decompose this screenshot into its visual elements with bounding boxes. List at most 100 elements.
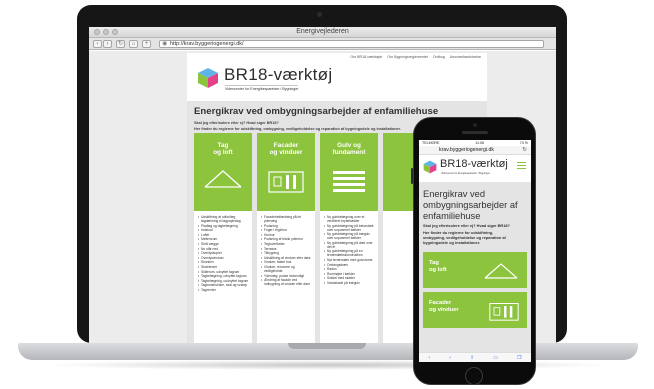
hamburger-menu-icon[interactable] [517,162,526,170]
foundation-icon [333,171,365,192]
home-button[interactable] [465,367,483,385]
list-item[interactable]: Tegloverflader [261,242,312,246]
list-item[interactable]: Ny gulvbelægning på betondæk over uopvar… [324,224,375,232]
mobile-category-facades[interactable]: Facader og vinduer [423,292,527,328]
list-item[interactable]: Facadebeklædning på let ydervæg [261,215,312,223]
list-item[interactable]: Indskud [198,228,249,232]
mobile-page-title: Energikrav ved ombygningsarbejder af enf… [423,189,529,222]
mobile-brand-tagline: Videncenter for Energibesparelser i Bygn… [441,172,490,175]
list-item[interactable]: Tagbelægning, uudnyttet tagrum [198,279,249,283]
home-button[interactable]: ⌂ [129,40,138,48]
reload-icon[interactable]: ↻ [522,147,527,153]
nav-link-about-tool[interactable]: Om BR18-værktøjet [350,55,382,59]
bookmarks-icon[interactable]: ▭ [493,354,498,362]
category-roof[interactable]: Tag og loft Udskiftning af udhuliteg tag… [194,133,252,343]
list-item[interactable]: Skrå vægge [198,242,249,246]
share-icon[interactable]: ⇪ [470,354,474,362]
list-item[interactable]: Sokkel med skader [324,276,375,280]
globe-icon: ◉ [162,41,168,47]
list-item[interactable]: Loftet [198,233,249,237]
mobile-category-title: Tag og loft [429,260,447,273]
category-title: Tag og loft [194,142,252,156]
category-header[interactable]: Facader og vinduer [257,133,315,211]
title-line: enfamiliehuse [423,211,481,221]
category-title: Gulv og fundament [320,142,378,156]
title-line: ombygningsarbejder af [423,200,518,210]
list-item[interactable]: Tilbygning [261,251,312,255]
title-line: Energikrav ved [423,189,486,199]
card-title-line: og vinduer [429,306,459,313]
list-item[interactable]: Radon [324,267,375,271]
laptop-notch [288,343,366,349]
category-title-line: Tag [217,142,229,149]
browser-titlebar: Energivejlederen [89,27,556,38]
intro-line: bygningsdele og installationer. [423,240,481,246]
browser-toolbar: ‹ › ↻ ⌂ + ◉ http://krav.byggeriogenergi.… [89,38,556,50]
list-item[interactable]: Ovenlysvinduer [198,256,249,260]
mobile-hero-question: Skal jeg efterisolere eller ej? Hvad sig… [423,223,510,228]
mobile-address-bar[interactable]: krav.byggeriogenergi.dk ↻ [419,146,531,155]
category-header[interactable]: Gulv og fundament [320,133,378,211]
list-item[interactable]: Ændring af facade ved indbygning af vind… [261,278,312,286]
list-item[interactable]: Pladtag og tagbelægning [198,224,249,228]
mobile-category-title: Facader og vinduer [429,300,459,313]
category-list: Udskiftning af udhuliteg tagdækning til … [194,211,252,292]
list-item[interactable]: Skotrender [198,265,249,269]
hero-question: Skal jeg efterisolere eller ej? Hvad sig… [194,121,279,125]
forward-button[interactable]: › [103,40,112,48]
top-navigation: Om BR18-værktøjet Om Bygningsreglementet… [350,55,481,59]
list-item[interactable]: Vinduer, fastet hus [261,260,312,264]
list-item[interactable]: Ny gulvbelægning på en terrændækskonstru… [324,249,375,257]
roof-icon [204,170,242,188]
category-title-line: Facader [273,142,299,149]
list-item[interactable]: Omfangsdræn [324,263,375,267]
list-item[interactable]: Ydervæg: pudse indvendigt [261,274,312,278]
mobile-brand-name[interactable]: BR18-værktøj [440,158,508,170]
page-title: Energikrav ved ombygningsarbejder af enf… [194,106,439,117]
list-item[interactable]: Pudsning af blank ydermur [261,237,312,241]
category-foundation[interactable]: Gulv og fundament Ny gulvbelægning over … [320,133,378,343]
address-bar[interactable]: ◉ http://krav.byggeriogenergi.dk/ [159,40,544,48]
list-item[interactable]: Ny gulvbelægning over et ventileret kryb… [324,215,375,223]
forward-arrow-icon[interactable]: › [449,354,451,362]
window-title: Energivejlederen [296,28,349,35]
list-item[interactable]: Rumhøjde i kælder [324,272,375,276]
list-item[interactable]: Fuger i tegl/mur [261,228,312,232]
brand-tagline: Videncenter for Energibesparelser i Bygn… [225,85,299,91]
list-item[interactable]: Pudsning [261,224,312,228]
brand-name[interactable]: BR18-værktøj [224,65,332,85]
list-item[interactable]: Ny gulvbelægning på dæk over det fri [324,241,375,249]
category-facades[interactable]: Facader og vinduer Facadebeklædning på l… [257,133,315,343]
list-item[interactable]: Terrasse [261,247,312,251]
category-header[interactable]: Tag og loft [194,133,252,211]
bookmark-button[interactable]: + [142,40,151,48]
list-item[interactable]: Tagrender [198,288,249,292]
list-item[interactable]: Udskiftning af udhuliteg tagdækning til … [198,215,249,223]
back-button[interactable]: ‹ [93,40,102,48]
mobile-address-url: krav.byggeriogenergi.dk [439,147,494,153]
list-item[interactable]: Vandskade på trægulv [324,281,375,285]
list-item[interactable]: Hulmur [261,233,312,237]
nav-link-disclaimer[interactable]: Ansvarsfraskrivelse [450,55,481,59]
list-item[interactable]: Ovenlyskupler [198,251,249,255]
list-item[interactable]: Nyt terrændæk med gulvvarme [324,258,375,262]
list-item[interactable]: Udskiftning af vinduer eller døre [261,256,312,260]
cube-logo-icon[interactable] [423,160,437,174]
list-item[interactable]: Tagbelægning, udnyttet tagrum [198,274,249,278]
mobile-category-roof[interactable]: Tag og loft [423,252,527,288]
back-arrow-icon[interactable]: ‹ [429,354,431,362]
list-item[interactable]: Tagkonstruktion, skal og svømp [198,283,249,287]
safari-bottom-bar: ‹ › ⇪ ▭ ❐ [419,352,531,362]
list-item[interactable]: Skunken [198,260,249,264]
list-item[interactable]: Ny gulvbelægning på trægulv over uopvarm… [324,232,375,240]
phone-device: TELMORE 11:06 74 % krav.byggeriogenergi.… [413,117,536,385]
tabs-icon[interactable]: ❐ [517,354,521,362]
list-item[interactable]: Vinduer, renovere og vedligeholde [261,265,312,273]
nav-link-about-regulation[interactable]: Om Bygningsreglementet [387,55,428,59]
reload-button[interactable]: ↻ [116,40,125,48]
nav-link-glossary[interactable]: Ordbog [433,55,445,59]
list-item[interactable]: Nu står ned [198,247,249,251]
cube-logo-icon[interactable] [197,67,219,89]
list-item[interactable]: Skillerum, udnyttet tagrum [198,270,249,274]
list-item[interactable]: Mellemrum [198,237,249,241]
